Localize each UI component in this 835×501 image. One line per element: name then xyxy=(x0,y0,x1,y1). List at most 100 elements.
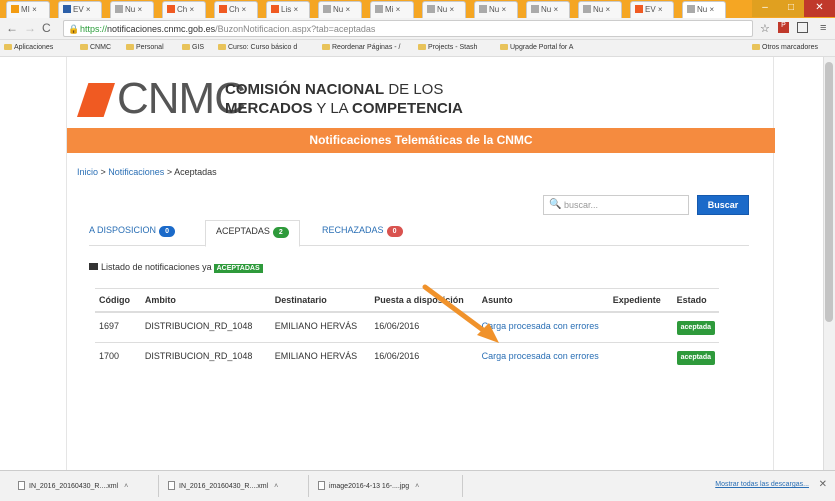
tab-title: Nu × xyxy=(437,5,455,14)
back-icon[interactable]: ← xyxy=(6,21,18,35)
col-expediente: Expediente xyxy=(608,288,673,313)
bookmark-label: Curso: Curso básico d xyxy=(228,44,298,51)
bookmark-label: Projects - Stash xyxy=(428,44,478,51)
downloads-bar: IN_2016_20160430_R....xml ˄ IN_2016_20160… xyxy=(0,470,835,501)
breadcrumb-sep: > xyxy=(164,167,175,177)
address-bar[interactable]: 🔒 https://notificaciones.cnmc.gob.es/Buz… xyxy=(63,20,753,37)
browser-tab[interactable]: Nu × xyxy=(578,1,622,18)
folder-icon xyxy=(752,44,760,50)
folder-icon xyxy=(80,44,88,50)
browser-tab[interactable]: Mi × xyxy=(370,1,414,18)
reload-icon[interactable]: C xyxy=(42,21,51,35)
cell-codigo: 1700 xyxy=(95,342,141,372)
breadcrumb-sep: > xyxy=(98,167,109,177)
browser-tab[interactable]: Nu × xyxy=(318,1,362,18)
annotation-arrow-icon xyxy=(422,284,499,343)
browser-tab[interactable]: Nu × xyxy=(474,1,518,18)
show-all-downloads-link[interactable]: Mostrar todas las descargas... xyxy=(715,481,809,488)
browser-tab[interactable]: EV × xyxy=(58,1,102,18)
extension-icon[interactable]: P xyxy=(778,22,789,33)
bookmark-item[interactable]: GIS xyxy=(182,44,204,51)
browser-tab[interactable]: Nu × xyxy=(110,1,154,18)
favicon-icon xyxy=(375,5,383,13)
tab-title: Ch × xyxy=(229,5,247,14)
favicon-icon xyxy=(115,5,123,13)
close-window-button[interactable]: ✕ xyxy=(804,0,835,17)
favicon-icon xyxy=(635,5,643,13)
download-item[interactable]: image2016-4-13 16-....jpg ˄ xyxy=(318,481,419,490)
download-name: image2016-4-13 16-....jpg xyxy=(329,483,410,490)
asunto-link[interactable]: Carga procesada con errores xyxy=(477,342,609,372)
favicon-icon xyxy=(167,5,175,13)
file-icon xyxy=(18,481,25,490)
chevron-down-icon[interactable]: ˄ xyxy=(124,483,128,490)
cell-destinatario: EMILIANO HERVÁS xyxy=(270,342,371,372)
breadcrumb: Inicio > Notificaciones > Aceptadas xyxy=(77,167,217,177)
favicon-icon xyxy=(479,5,487,13)
page-container: CNMC COMISIÓN NACIONAL DE LOS MERCADOS Y… xyxy=(66,57,775,470)
menu-icon[interactable]: ≡ xyxy=(820,22,826,34)
folder-icon xyxy=(182,44,190,50)
breadcrumb-home[interactable]: Inicio xyxy=(77,167,98,177)
download-item[interactable]: IN_2016_20160430_R....xml ˄ xyxy=(168,481,278,490)
bookmark-item[interactable]: Reordenar Páginas - / xyxy=(322,44,400,51)
divider xyxy=(462,475,463,497)
bookmark-item[interactable]: Curso: Curso básico d xyxy=(218,44,297,51)
minimize-button[interactable]: – xyxy=(752,0,778,17)
logo-subtitle-line1: COMISIÓN NACIONAL DE LOS xyxy=(225,81,444,98)
cell-estado: aceptada xyxy=(672,342,719,372)
extension2-icon[interactable] xyxy=(797,22,808,33)
table-row: 1700 DISTRIBUCION_RD_1048 EMILIANO HERVÁ… xyxy=(95,342,719,372)
tab-rechazadas[interactable]: RECHAZADAS 0 xyxy=(322,225,403,237)
star-icon[interactable]: ☆ xyxy=(760,22,770,35)
tab-title: Nu × xyxy=(697,5,715,14)
folder-icon xyxy=(126,44,134,50)
chevron-down-icon[interactable]: ˄ xyxy=(274,483,278,490)
notification-tabs: A DISPOSICION 0 ACEPTADAS 2 RECHAZADAS 0 xyxy=(89,220,749,247)
bookmark-item[interactable]: Aplicaciones xyxy=(4,44,53,51)
other-bookmarks[interactable]: Otros marcadores xyxy=(752,44,818,51)
folder-icon xyxy=(89,263,98,270)
browser-tab[interactable]: Nu × xyxy=(422,1,466,18)
browser-toolbar: ← → C 🔒 https://notificaciones.cnmc.gob.… xyxy=(0,18,835,40)
browser-tab[interactable]: EV × xyxy=(630,1,674,18)
bookmark-item[interactable]: Projects - Stash xyxy=(418,44,477,51)
favicon-icon xyxy=(323,5,331,13)
notifications-table: Código Ambito Destinatario Puesta a disp… xyxy=(95,288,719,372)
search-input[interactable]: 🔍 buscar... xyxy=(543,195,689,215)
tab-a-disposicion[interactable]: A DISPOSICION 0 xyxy=(89,225,176,237)
tab-title: Nu × xyxy=(489,5,507,14)
favicon-icon xyxy=(427,5,435,13)
bookmark-item[interactable]: CNMC xyxy=(80,44,111,51)
chevron-down-icon[interactable]: ˄ xyxy=(415,483,419,490)
browser-tab[interactable]: Ch × xyxy=(162,1,206,18)
search-button[interactable]: Buscar xyxy=(697,195,749,215)
favicon-icon xyxy=(219,5,227,13)
browser-tab[interactable]: Lis × xyxy=(266,1,310,18)
close-icon[interactable]: ✕ xyxy=(819,479,827,490)
maximize-button[interactable]: □ xyxy=(778,0,804,17)
browser-tab[interactable]: Nu × xyxy=(526,1,570,18)
forward-icon[interactable]: → xyxy=(24,21,36,35)
download-item[interactable]: IN_2016_20160430_R....xml ˄ xyxy=(18,481,128,490)
breadcrumb-notificaciones[interactable]: Notificaciones xyxy=(108,167,164,177)
url-path: /BuzonNotificacion.aspx?tab=aceptadas xyxy=(215,24,376,34)
bookmark-label: Otros marcadores xyxy=(762,44,819,51)
count-badge: 0 xyxy=(159,226,176,237)
favicon-icon xyxy=(271,5,279,13)
scrollbar-thumb[interactable] xyxy=(825,62,833,322)
bookmark-item[interactable]: Personal xyxy=(126,44,164,51)
search-icon: 🔍 xyxy=(549,199,562,210)
tab-aceptadas[interactable]: ACEPTADAS 2 xyxy=(205,220,300,247)
bookmark-label: Aplicaciones xyxy=(14,44,54,51)
bookmark-item[interactable]: Upgrade Portal for A xyxy=(500,44,573,51)
tab-title: EV × xyxy=(645,5,663,14)
page-banner: Notificaciones Telemáticas de la CNMC xyxy=(67,128,775,153)
browser-tab[interactable]: Ch × xyxy=(214,1,258,18)
col-codigo: Código xyxy=(95,288,141,313)
tab-title: Ch × xyxy=(177,5,195,14)
browser-tab-bar: MI × EV × Nu × Ch × Ch × Lis × Nu × Mi × Nu × Nu … xyxy=(0,0,835,18)
url-scheme: https:// xyxy=(80,24,108,34)
browser-tab[interactable]: MI × xyxy=(6,1,50,18)
browser-tab[interactable]: Nu × xyxy=(682,1,726,18)
